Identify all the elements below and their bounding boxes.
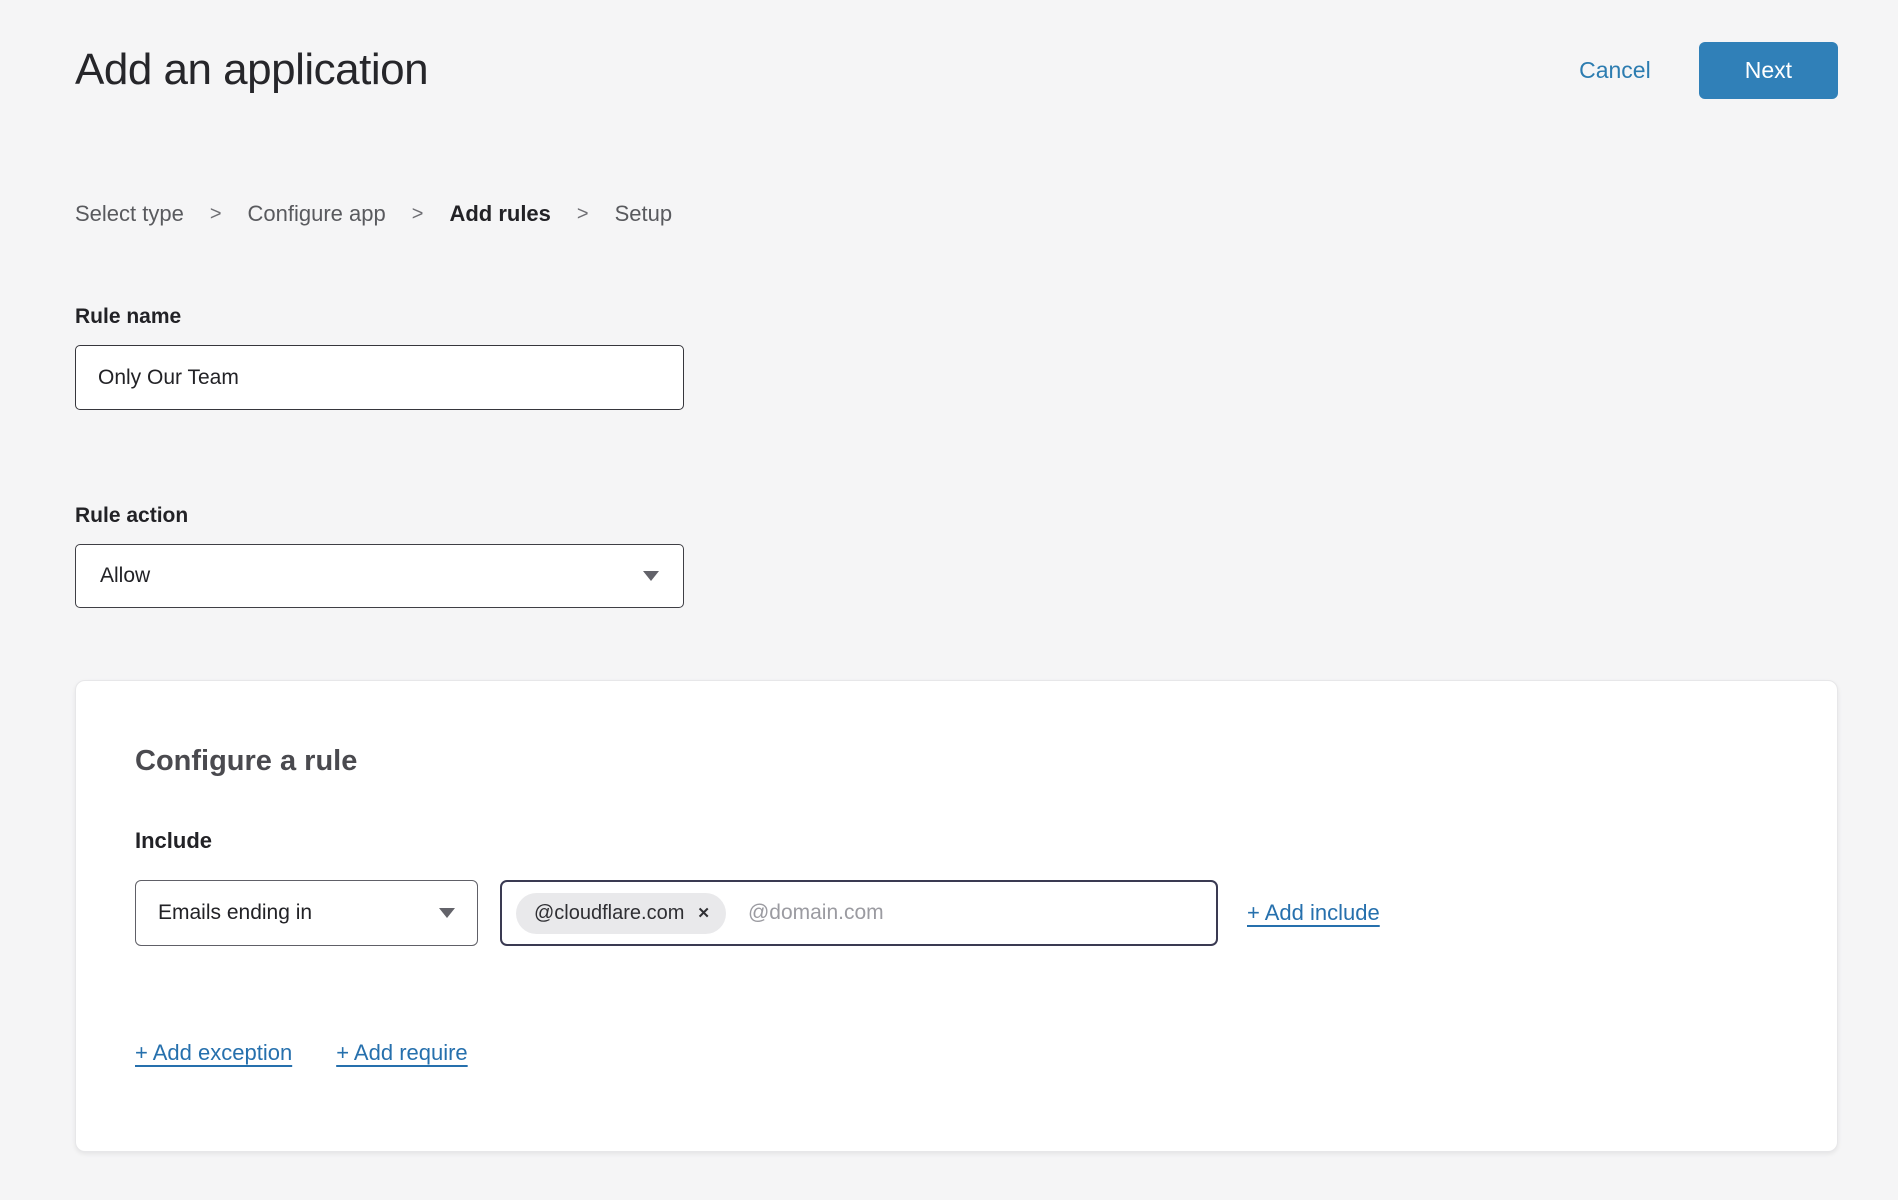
configure-rule-card: Configure a rule Include Emails ending i… xyxy=(75,680,1838,1152)
chevron-down-icon xyxy=(439,908,455,918)
include-value-tag-input[interactable]: @cloudflare.com ✕ xyxy=(500,880,1218,946)
next-button[interactable]: Next xyxy=(1699,42,1838,99)
include-selector-select[interactable]: Emails ending in xyxy=(135,880,478,946)
rule-name-label: Rule name xyxy=(75,305,1838,329)
include-selector-value: Emails ending in xyxy=(158,901,312,925)
add-require-link[interactable]: + Add require xyxy=(336,1040,467,1066)
topbar-actions: Cancel Next xyxy=(1579,42,1838,99)
topbar: Add an application Cancel Next xyxy=(75,0,1838,99)
remove-tag-icon[interactable]: ✕ xyxy=(697,906,710,921)
breadcrumb-separator: > xyxy=(577,203,589,226)
email-domain-tag-label: @cloudflare.com xyxy=(534,902,684,925)
breadcrumb-step-select-type[interactable]: Select type xyxy=(75,201,184,227)
rule-name-input[interactable] xyxy=(75,345,684,410)
card-title: Configure a rule xyxy=(135,681,1778,778)
cancel-button[interactable]: Cancel xyxy=(1579,57,1651,84)
page-title: Add an application xyxy=(75,46,428,94)
include-label: Include xyxy=(135,828,1778,854)
breadcrumb-separator: > xyxy=(210,203,222,226)
breadcrumb-step-configure-app[interactable]: Configure app xyxy=(248,201,386,227)
rule-action-select[interactable]: Allow xyxy=(75,544,684,608)
breadcrumb-step-add-rules[interactable]: Add rules xyxy=(449,201,550,227)
breadcrumb: Select type > Configure app > Add rules … xyxy=(75,201,1838,227)
breadcrumb-step-setup[interactable]: Setup xyxy=(615,201,673,227)
include-rule-row: Emails ending in @cloudflare.com ✕ + Add… xyxy=(135,880,1778,946)
rule-action-selected-value: Allow xyxy=(100,564,150,588)
chevron-down-icon xyxy=(643,571,659,581)
breadcrumb-separator: > xyxy=(412,203,424,226)
rule-action-label: Rule action xyxy=(75,504,1838,528)
email-domain-tag: @cloudflare.com ✕ xyxy=(516,893,726,934)
add-application-page: Add an application Cancel Next Select ty… xyxy=(0,0,1898,1152)
rule-sub-links: + Add exception + Add require xyxy=(135,1040,1778,1066)
add-exception-link[interactable]: + Add exception xyxy=(135,1040,292,1066)
add-include-link[interactable]: + Add include xyxy=(1247,900,1380,926)
domain-entry-input[interactable] xyxy=(748,901,1202,925)
